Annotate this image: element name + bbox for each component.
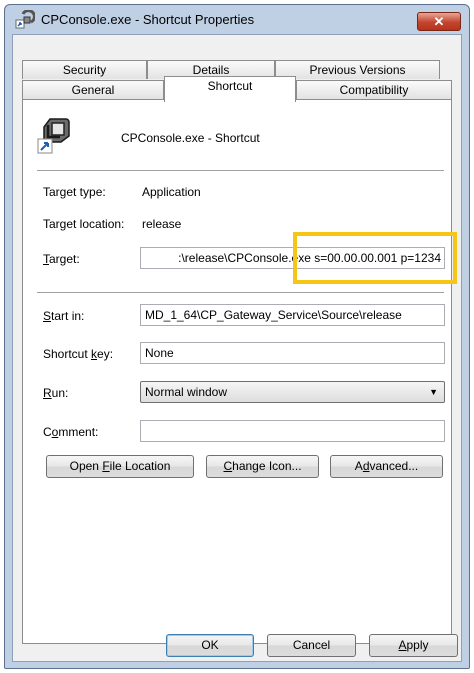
tab-label: Details xyxy=(192,63,230,77)
program-icon xyxy=(37,118,70,154)
tab-compatibility[interactable]: Compatibility xyxy=(296,80,452,99)
shortcut-app-icon xyxy=(15,10,35,29)
target-location-label: Target location: xyxy=(43,217,125,231)
start-in-label: Start in: xyxy=(43,309,85,323)
shortcut-key-label: Shortcut key: xyxy=(43,347,114,361)
target-type-value: Application xyxy=(142,185,201,199)
tab-label: Compatibility xyxy=(339,83,409,97)
target-type-label: Target type: xyxy=(43,185,106,199)
start-in-input[interactable]: MD_1_64\CP_Gateway_Service\Source\releas… xyxy=(140,304,445,326)
comment-label: Comment: xyxy=(43,425,99,439)
tab-label: General xyxy=(71,83,115,97)
cancel-button[interactable]: Cancel xyxy=(267,634,356,657)
run-label: Run: xyxy=(43,386,69,400)
window-title: CPConsole.exe - Shortcut Properties xyxy=(41,12,255,27)
divider xyxy=(37,170,444,171)
tab-label: Previous Versions xyxy=(309,63,406,77)
comment-input[interactable] xyxy=(140,420,445,442)
apply-button[interactable]: Apply xyxy=(369,634,458,657)
target-location-value: release xyxy=(142,217,182,231)
ok-button[interactable]: OK xyxy=(166,634,254,657)
shortcut-key-input[interactable]: None xyxy=(140,342,445,364)
chevron-down-icon: ▼ xyxy=(429,387,438,397)
start-in-value: MD_1_64\CP_Gateway_Service\Source\releas… xyxy=(145,308,402,322)
run-select-value: Normal window xyxy=(145,385,228,399)
open-file-location-button[interactable]: Open File Location xyxy=(46,455,194,478)
shortcut-tab-page xyxy=(22,99,452,644)
close-button[interactable]: ✕ xyxy=(417,12,461,31)
tab-previous-versions[interactable]: Previous Versions xyxy=(275,60,440,79)
highlight-box xyxy=(293,232,457,284)
tab-label: Security xyxy=(62,63,107,77)
target-label: Target: xyxy=(43,252,80,266)
tab-label: Shortcut xyxy=(207,79,253,93)
advanced-button[interactable]: Advanced... xyxy=(330,455,443,478)
tab-security[interactable]: Security xyxy=(22,60,147,79)
shortcut-key-value: None xyxy=(145,346,174,360)
tab-general[interactable]: General xyxy=(22,80,164,99)
tab-shortcut[interactable]: Shortcut xyxy=(164,76,296,102)
title-bar[interactable]: CPConsole.exe - Shortcut Properties ✕ xyxy=(5,5,469,35)
change-icon-button[interactable]: Change Icon... xyxy=(206,455,319,478)
run-select[interactable]: Normal window ▼ xyxy=(140,381,445,403)
shortcut-name: CPConsole.exe - Shortcut xyxy=(121,131,260,145)
close-icon: ✕ xyxy=(433,14,445,29)
divider xyxy=(37,292,444,293)
